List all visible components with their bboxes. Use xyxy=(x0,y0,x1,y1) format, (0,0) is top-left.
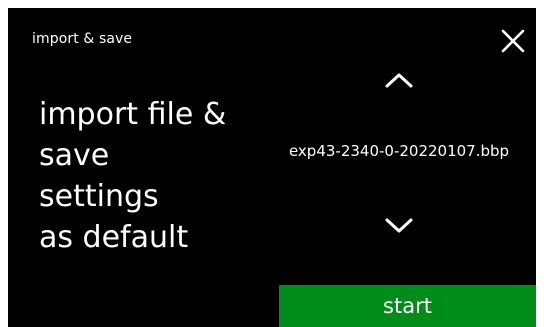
chevron-up-icon xyxy=(385,73,413,88)
description-line-4: as default xyxy=(39,220,189,255)
action-description: import file & save settings as default xyxy=(39,94,269,258)
selected-file-name: exp43-2340-0-20220107.bbp xyxy=(288,142,510,160)
description-line-1: import file & xyxy=(39,97,227,132)
import-save-screen: import & save import file & save setting… xyxy=(8,8,536,327)
start-button[interactable]: start xyxy=(279,285,536,327)
previous-file-button[interactable] xyxy=(375,58,423,102)
file-selector: exp43-2340-0-20220107.bbp xyxy=(280,48,518,258)
description-line-3: settings xyxy=(39,179,159,214)
chevron-down-icon xyxy=(385,218,413,233)
next-file-button[interactable] xyxy=(375,204,423,248)
description-line-2: save xyxy=(39,138,110,173)
screen-title: import & save xyxy=(32,31,133,47)
